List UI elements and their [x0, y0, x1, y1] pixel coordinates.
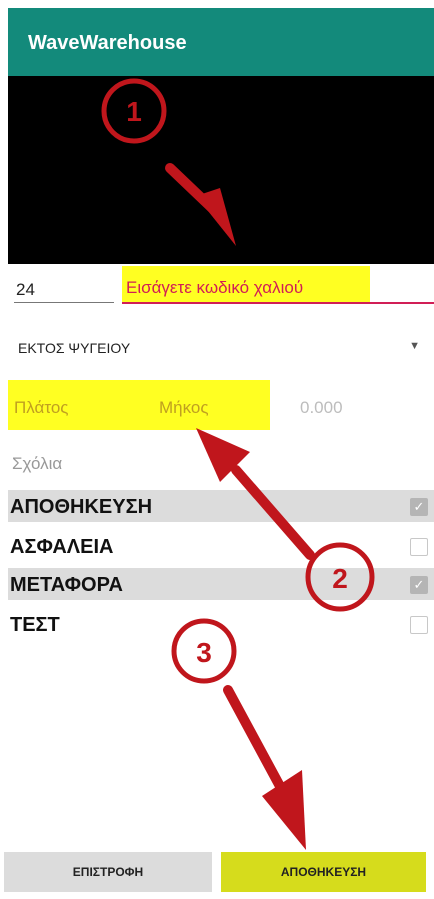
count-value: 24 [16, 280, 35, 299]
option-checkbox-transport[interactable]: ✓ [410, 576, 428, 594]
option-label: ΑΠΟΘΗΚΕΥΣΗ [10, 496, 153, 518]
camera-preview[interactable] [8, 76, 434, 264]
save-button[interactable]: ΑΠΟΘΗΚΕΥΣΗ [221, 852, 426, 892]
count-field[interactable]: 24 [14, 272, 114, 303]
option-row-insurance[interactable]: ΑΣΦΑΛΕΙΑ [8, 530, 434, 562]
app-title: WaveWarehouse [28, 32, 187, 54]
option-row-transport[interactable]: ΜΕΤΑΦΟΡΑ ✓ [8, 568, 434, 600]
option-checkbox-test[interactable] [410, 616, 428, 634]
length-field[interactable]: Μήκος [159, 398, 209, 418]
option-label: ΜΕΤΑΦΟΡΑ [10, 574, 123, 596]
width-field[interactable]: Πλάτος [14, 398, 68, 418]
dropdown-arrow-icon: ▼ [409, 340, 420, 352]
app-bar: WaveWarehouse [8, 8, 434, 76]
option-label: ΤΕΣΤ [10, 614, 60, 636]
option-row-storage[interactable]: ΑΠΟΘΗΚΕΥΣΗ ✓ [8, 490, 434, 522]
dimension-value: 0.000 [300, 398, 343, 417]
option-row-test[interactable]: ΤΕΣΤ [8, 608, 434, 640]
option-checkbox-storage[interactable]: ✓ [410, 498, 428, 516]
app-frame: WaveWarehouse 24 Εισάγετε κωδικό χαλιού … [8, 8, 434, 899]
carpet-code-input[interactable]: Εισάγετε κωδικό χαλιού [122, 266, 434, 304]
option-checkbox-insurance[interactable] [410, 538, 428, 556]
comments-input[interactable]: Σχόλια [12, 454, 62, 474]
carpet-code-placeholder: Εισάγετε κωδικό χαλιού [126, 278, 304, 297]
location-dropdown[interactable]: ΕΚΤΟΣ ΨΥΓΕΙΟΥ ▼ [8, 326, 434, 366]
back-button[interactable]: ΕΠΙΣΤΡΟΦΗ [4, 852, 212, 892]
location-selected: ΕΚΤΟΣ ΨΥΓΕΙΟΥ [18, 340, 131, 356]
option-label: ΑΣΦΑΛΕΙΑ [10, 536, 114, 558]
